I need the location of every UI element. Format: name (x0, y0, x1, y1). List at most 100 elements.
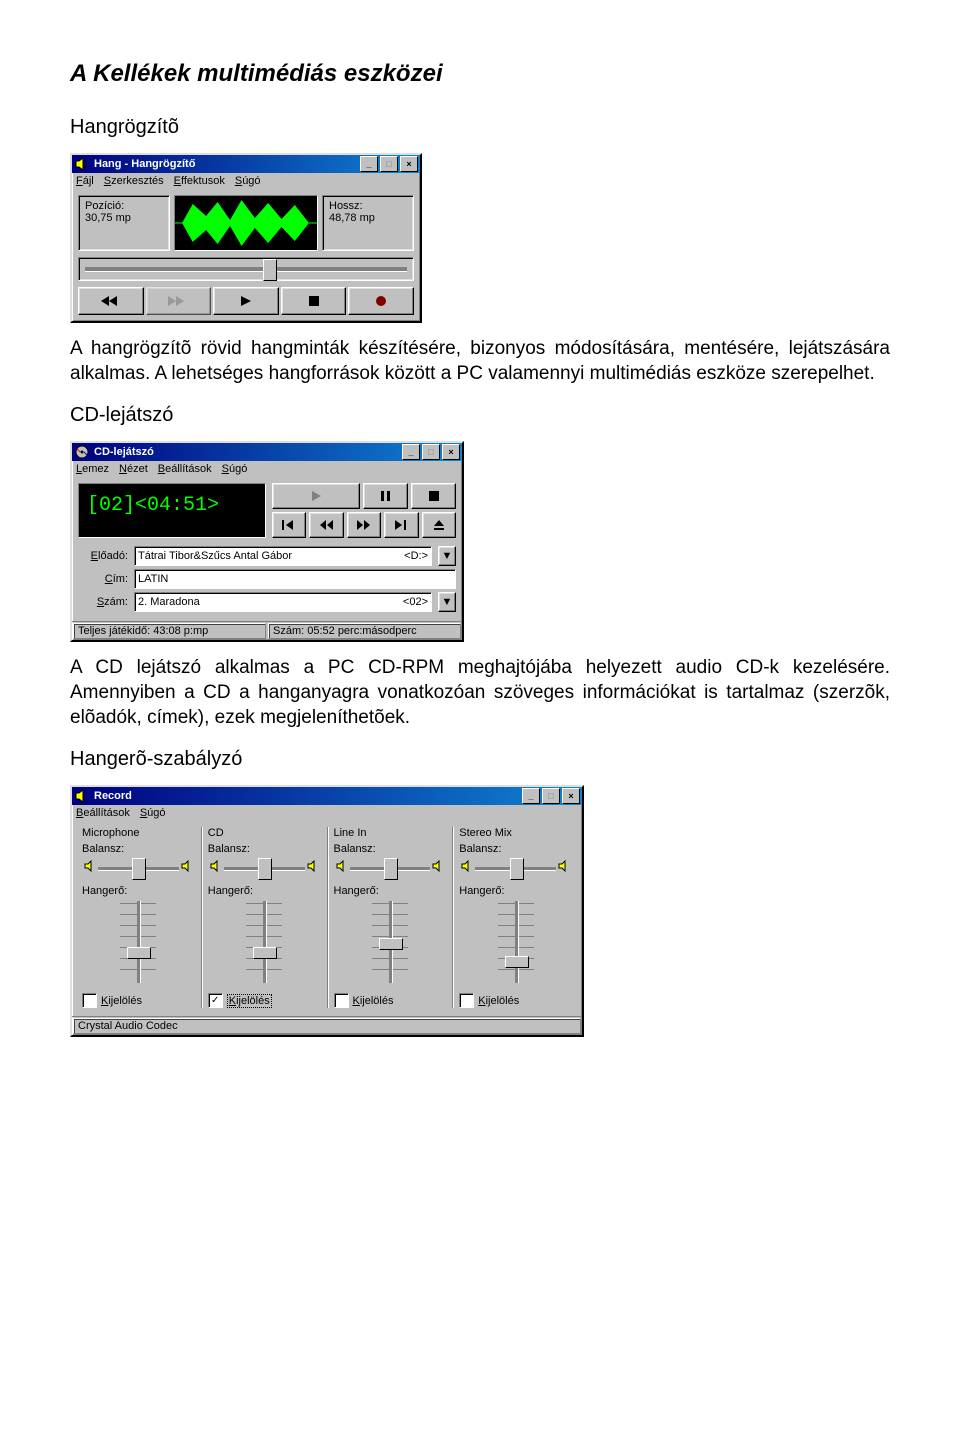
volume-label: Hangerő: (459, 885, 572, 897)
maximize-button[interactable]: □ (422, 444, 440, 460)
volume-thumb[interactable] (127, 947, 151, 959)
minimize-button[interactable]: _ (360, 156, 378, 172)
select-checkbox[interactable]: Kijelölés (82, 993, 195, 1008)
next-track-button[interactable] (384, 512, 418, 538)
cd-player-window: CD-lejátszó _ □ × Lemez Nézet Beállításo… (70, 441, 464, 642)
waveform-display (174, 195, 318, 251)
volume-thumb[interactable] (253, 947, 277, 959)
menu-help[interactable]: Súgó (140, 807, 166, 819)
length-box: Hossz: 48,78 mp (322, 195, 414, 251)
balance-label: Balansz: (82, 843, 195, 855)
menu-disc[interactable]: Lemez (76, 463, 109, 475)
track-field[interactable]: 2. Maradona <02> (134, 592, 432, 612)
volume-label: Hangerő: (208, 885, 321, 897)
status-track: Szám: 05:52 perc:másodperc (268, 623, 461, 639)
balance-slider[interactable] (84, 857, 193, 879)
record-button[interactable] (348, 287, 414, 315)
title-field[interactable]: LATIN (134, 569, 456, 589)
status-bar: Crystal Audio Codec (72, 1016, 582, 1035)
seek-end-button[interactable] (146, 287, 212, 315)
balance-thumb[interactable] (132, 858, 146, 880)
select-checkbox[interactable]: Kijelölés (334, 993, 447, 1008)
balance-thumb[interactable] (510, 858, 524, 880)
channel-name: Line In (334, 827, 447, 839)
volume-slider[interactable] (368, 897, 412, 987)
maximize-button[interactable]: □ (380, 156, 398, 172)
speaker-left-icon (84, 860, 96, 872)
artist-dropdown-button[interactable]: ▼ (438, 546, 456, 566)
balance-slider[interactable] (336, 857, 445, 879)
volume-thumb[interactable] (505, 956, 529, 968)
volume-slider[interactable] (242, 897, 286, 987)
menu-effects[interactable]: Effektusok (174, 175, 225, 187)
speaker-right-icon (307, 860, 319, 872)
checkbox-icon: ✓ (208, 993, 223, 1008)
seek-start-button[interactable] (78, 287, 144, 315)
speaker-right-icon (432, 860, 444, 872)
sound-recorder-window: Hang - Hangrögzítő _ □ × Fájl Szerkeszté… (70, 153, 422, 323)
stop-button[interactable] (281, 287, 347, 315)
volume-slider[interactable] (494, 897, 538, 987)
minimize-button[interactable]: _ (402, 444, 420, 460)
select-label: Kijelölés (227, 994, 272, 1008)
menu-edit[interactable]: Szerkesztés (104, 175, 164, 187)
menu-settings[interactable]: Beállítások (158, 463, 212, 475)
prev-track-button[interactable] (272, 512, 306, 538)
mixer-channel: Line In Balansz: Hangerő: Kijelölés (328, 827, 454, 1008)
mixer-channel: CD Balansz: Hangerő: ✓ Kijelölés (202, 827, 328, 1008)
volume-label: Hangerő: (334, 885, 447, 897)
balance-thumb[interactable] (384, 858, 398, 880)
track-num: <02> (403, 596, 428, 608)
menu-settings[interactable]: Beállítások (76, 807, 130, 819)
artist-field[interactable]: Tátrai Tibor&Szűcs Antal Gábor <D:> (134, 546, 432, 566)
menu-help[interactable]: Súgó (235, 175, 261, 187)
eject-button[interactable] (422, 512, 456, 538)
balance-slider[interactable] (461, 857, 570, 879)
length-label: Hossz: (329, 200, 407, 212)
menu-file[interactable]: Fájl (76, 175, 94, 187)
mixer-channel: Microphone Balansz: Hangerő: Kijelölés (76, 827, 202, 1008)
select-checkbox[interactable]: ✓ Kijelölés (208, 993, 321, 1008)
status-total: Teljes játékidő: 43:08 p:mp (73, 623, 266, 639)
select-checkbox[interactable]: Kijelölés (459, 993, 572, 1008)
checkbox-icon (334, 993, 349, 1008)
speaker-left-icon (210, 860, 222, 872)
mixer-app-icon (74, 788, 90, 804)
title-label: Cím: (78, 573, 128, 585)
fast-forward-button[interactable] (347, 512, 381, 538)
position-value: 30,75 mp (85, 212, 163, 224)
seek-thumb[interactable] (263, 259, 277, 281)
menubar: Lemez Nézet Beállítások Súgó (72, 461, 462, 477)
maximize-button[interactable]: □ (542, 788, 560, 804)
minimize-button[interactable]: _ (522, 788, 540, 804)
menu-help[interactable]: Súgó (222, 463, 248, 475)
close-button[interactable]: × (562, 788, 580, 804)
section-head-recorder: Hangrögzítõ (70, 116, 890, 139)
balance-label: Balansz: (459, 843, 572, 855)
balance-slider[interactable] (210, 857, 319, 879)
select-label: Kijelölés (478, 995, 519, 1007)
stop-button[interactable] (411, 483, 456, 509)
seek-slider[interactable] (78, 257, 414, 281)
status-bar: Teljes játékidő: 43:08 p:mp Szám: 05:52 … (72, 621, 462, 640)
balance-thumb[interactable] (258, 858, 272, 880)
artist-drive: <D:> (404, 550, 428, 562)
pause-button[interactable] (363, 483, 408, 509)
track-dropdown-button[interactable]: ▼ (438, 592, 456, 612)
play-button[interactable] (213, 287, 279, 315)
close-button[interactable]: × (442, 444, 460, 460)
close-button[interactable]: × (400, 156, 418, 172)
channel-name: Microphone (82, 827, 195, 839)
play-button[interactable] (272, 483, 360, 509)
length-value: 48,78 mp (329, 212, 407, 224)
volume-thumb[interactable] (379, 938, 403, 950)
menu-view[interactable]: Nézet (119, 463, 148, 475)
track-value: 2. Maradona (138, 596, 200, 608)
menubar: Fájl Szerkesztés Effektusok Súgó (72, 173, 420, 189)
section-head-cd: CD-lejátszó (70, 404, 890, 427)
mixer-window: Record _ □ × Beállítások Súgó Microphone… (70, 785, 584, 1037)
volume-slider[interactable] (116, 897, 160, 987)
artist-label: Előadó: (78, 550, 128, 562)
rewind-button[interactable] (309, 512, 343, 538)
balance-label: Balansz: (208, 843, 321, 855)
